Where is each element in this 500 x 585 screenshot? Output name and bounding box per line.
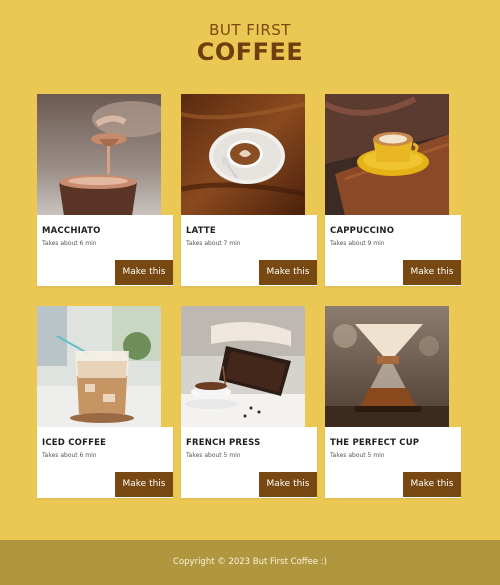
card-body: MACCHIATO Takes about 6 min Make this (37, 215, 173, 286)
macchiato-photo (37, 94, 161, 216)
recipe-card-french-press: FRENCH PRESS Takes about 5 min Make this (181, 306, 317, 498)
recipe-card-cappuccino: CAPPUCCINO Takes about 9 min Make this (325, 94, 461, 286)
card-time: Takes about 5 min (186, 452, 241, 459)
card-title: CAPPUCCINO (330, 226, 395, 236)
recipe-card-latte: LATTE Takes about 7 min Make this (181, 94, 317, 286)
card-body: FRENCH PRESS Takes about 5 min Make this (181, 427, 317, 498)
recipe-card-the-perfect-cup: THE PERFECT CUP Takes about 5 min Make t… (325, 306, 461, 498)
card-time: Takes about 6 min (42, 240, 97, 247)
header-pretitle: BUT FIRST (209, 21, 291, 39)
make-this-button[interactable]: Make this (259, 472, 317, 497)
make-this-button[interactable]: Make this (115, 472, 173, 497)
card-title: MACCHIATO (42, 226, 101, 236)
card-time: Takes about 6 min (42, 452, 97, 459)
card-title: THE PERFECT CUP (330, 438, 420, 448)
card-title: FRENCH PRESS (186, 438, 261, 448)
card-title: ICED COFFEE (42, 438, 107, 448)
card-time: Takes about 9 min (330, 240, 385, 247)
card-body: LATTE Takes about 7 min Make this (181, 215, 317, 286)
recipe-card-iced-coffee: ICED COFFEE Takes about 6 min Make this (37, 306, 173, 498)
card-body: THE PERFECT CUP Takes about 5 min Make t… (325, 427, 461, 498)
cappuccino-photo (325, 94, 449, 216)
site-footer: Copyright © 2023 But First Coffee :) (0, 540, 500, 585)
card-time: Takes about 5 min (330, 452, 385, 459)
latte-photo (181, 94, 305, 216)
copyright-text: Copyright © 2023 But First Coffee :) (173, 557, 327, 567)
make-this-button[interactable]: Make this (403, 260, 461, 285)
header-title: COFFEE (196, 38, 304, 66)
iced-coffee-photo (37, 306, 161, 428)
chemex-photo (325, 306, 449, 428)
recipe-card-macchiato: MACCHIATO Takes about 6 min Make this (37, 94, 173, 286)
make-this-button[interactable]: Make this (403, 472, 461, 497)
french-press-photo (181, 306, 305, 428)
card-time: Takes about 7 min (186, 240, 241, 247)
card-title: LATTE (186, 226, 216, 236)
make-this-button[interactable]: Make this (115, 260, 173, 285)
card-body: CAPPUCCINO Takes about 9 min Make this (325, 215, 461, 286)
make-this-button[interactable]: Make this (259, 260, 317, 285)
card-body: ICED COFFEE Takes about 6 min Make this (37, 427, 173, 498)
site-header: BUT FIRST COFFEE (0, 0, 500, 85)
